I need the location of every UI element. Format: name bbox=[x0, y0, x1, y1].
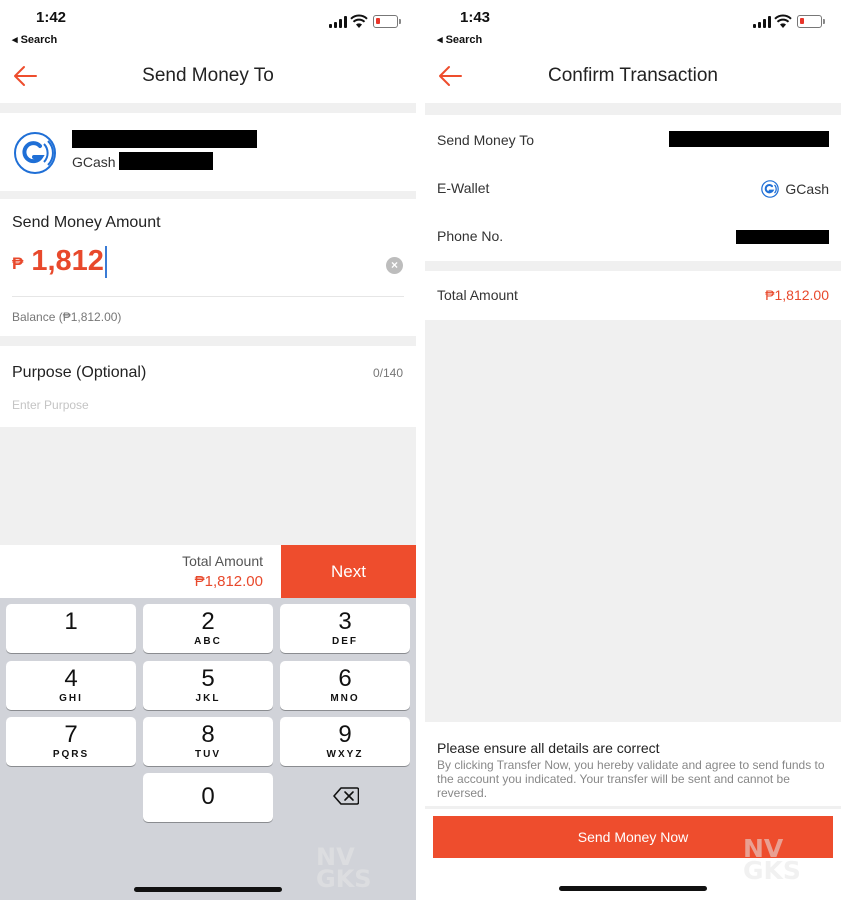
amount-value: 1,812 bbox=[31, 245, 104, 277]
detail-row-total: Total Amount ₱1,812.00 bbox=[425, 271, 841, 319]
status-time: 1:42 bbox=[36, 9, 67, 26]
screen-separator bbox=[416, 0, 425, 900]
gcash-logo-icon bbox=[761, 180, 780, 198]
signal-icon bbox=[329, 16, 347, 28]
battery-icon bbox=[797, 15, 825, 28]
notice-body: By clicking Transfer Now, you hereby val… bbox=[437, 758, 825, 800]
home-indicator bbox=[559, 886, 707, 891]
key-2[interactable]: 2 ABC bbox=[143, 604, 273, 653]
send-to-label: Send Money To bbox=[437, 132, 535, 148]
detail-row-send-to: Send Money To bbox=[425, 116, 841, 164]
signal-icon bbox=[753, 16, 771, 28]
page-title: Send Money To bbox=[142, 65, 274, 86]
clear-amount-icon[interactable]: × bbox=[386, 257, 403, 274]
key-9[interactable]: 9 WXYZ bbox=[280, 717, 410, 766]
detail-row-ewallet: E-Wallet GCash bbox=[425, 164, 841, 212]
divider bbox=[12, 296, 404, 297]
nav-bar: Confirm Transaction bbox=[425, 52, 841, 102]
purpose-char-counter: 0/140 bbox=[372, 366, 403, 380]
recipient-wallet-label: GCash bbox=[72, 154, 116, 170]
redacted-recipient-name bbox=[72, 130, 257, 148]
next-button[interactable]: Next bbox=[281, 545, 416, 598]
battery-icon bbox=[373, 15, 401, 28]
status-bar: 1:42 ◂ Search bbox=[0, 0, 416, 48]
numeric-keypad: 1 2 ABC 3 DEF 4 GHI 5 JKL 6 MNO 7 PQRS 8 TUV 9W… bbox=[0, 598, 416, 900]
key-4[interactable]: 4 GHI bbox=[6, 661, 136, 710]
key-8[interactable]: 8 TUV bbox=[143, 717, 273, 766]
key-3[interactable]: 3 DEF bbox=[280, 604, 410, 653]
watermark-logo: NV GKS bbox=[743, 834, 801, 885]
empty-area bbox=[0, 427, 416, 545]
key-1[interactable]: 1 bbox=[6, 604, 136, 653]
back-to-search-link[interactable]: ◂ Search bbox=[437, 33, 482, 46]
balance-text: Balance (₱1,812.00) bbox=[12, 310, 122, 324]
gcash-logo-icon bbox=[14, 132, 56, 174]
total-amount-label: Total Amount bbox=[437, 287, 518, 303]
currency-symbol: ₱ bbox=[12, 253, 24, 273]
total-bar: Total Amount ₱1,812.00 Next bbox=[0, 545, 416, 598]
recipient-card: GCash bbox=[0, 113, 416, 191]
amount-input[interactable]: ₱ 1,812 bbox=[12, 245, 107, 278]
status-bar: 1:43 ◂ Search bbox=[425, 0, 841, 48]
text-caret bbox=[104, 245, 107, 278]
divider bbox=[0, 336, 416, 346]
ewallet-value: GCash bbox=[761, 180, 829, 198]
wifi-icon bbox=[350, 14, 368, 28]
page-title: Confirm Transaction bbox=[547, 65, 718, 86]
amount-label: Send Money Amount bbox=[12, 214, 161, 231]
status-time: 1:43 bbox=[460, 9, 491, 26]
divider bbox=[0, 191, 416, 199]
divider bbox=[425, 103, 841, 115]
empty-area bbox=[425, 320, 841, 722]
key-5[interactable]: 5 JKL bbox=[143, 661, 273, 710]
redacted-recipient-name bbox=[669, 131, 829, 147]
total-amount-value: ₱1,812.00 bbox=[194, 573, 263, 590]
wifi-icon bbox=[774, 14, 792, 28]
total-amount-label: Total Amount bbox=[182, 553, 263, 569]
divider bbox=[425, 806, 841, 809]
key-6[interactable]: 6 MNO bbox=[280, 661, 410, 710]
redacted-phone-number bbox=[736, 230, 829, 244]
divider bbox=[0, 103, 416, 113]
send-money-screen: 1:42 ◂ Search Send Money To GCash Send M… bbox=[0, 0, 416, 900]
watermark-logo: NV GKS bbox=[316, 843, 372, 893]
notice-title: Please ensure all details are correct bbox=[437, 740, 660, 756]
purpose-label: Purpose (Optional) bbox=[12, 364, 147, 381]
key-7[interactable]: 7 PQRS bbox=[6, 717, 136, 766]
nav-bar: Send Money To bbox=[0, 52, 416, 102]
phone-label: Phone No. bbox=[437, 228, 504, 244]
key-0[interactable]: 0 bbox=[143, 773, 273, 822]
divider bbox=[425, 261, 841, 271]
confirm-transaction-screen: 1:43 ◂ Search Confirm Transaction Send M… bbox=[425, 0, 841, 900]
redacted-phone-number bbox=[119, 152, 213, 170]
backspace-icon[interactable] bbox=[333, 787, 359, 805]
total-amount-value: ₱1,812.00 bbox=[765, 287, 829, 303]
purpose-input[interactable]: Enter Purpose bbox=[12, 398, 89, 412]
back-to-search-link[interactable]: ◂ Search bbox=[12, 33, 57, 46]
ewallet-label: E-Wallet bbox=[437, 180, 490, 196]
home-indicator bbox=[134, 887, 282, 892]
detail-row-phone: Phone No. bbox=[425, 212, 841, 260]
